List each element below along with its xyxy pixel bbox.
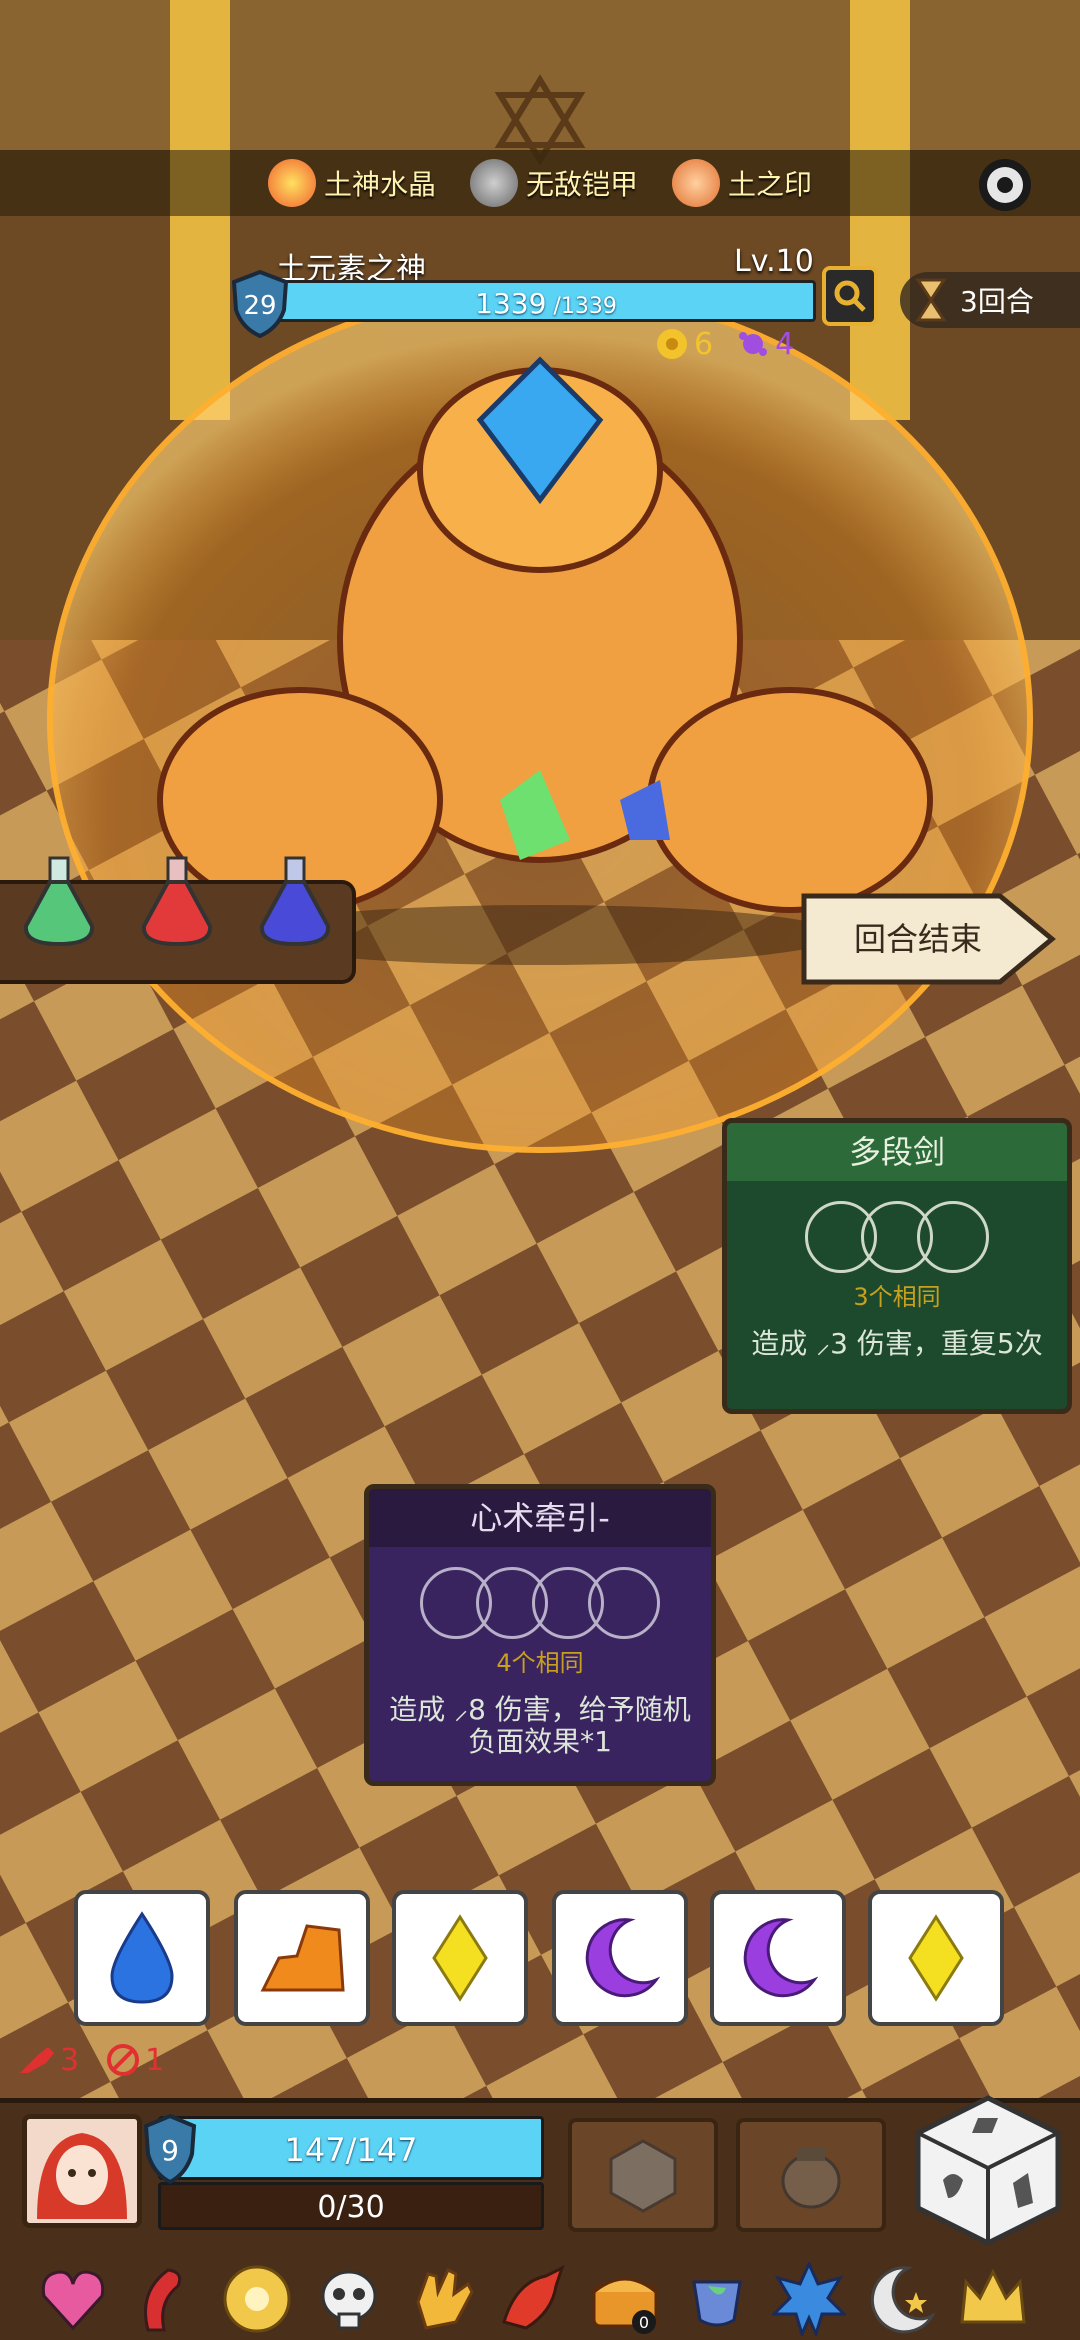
- heart-amulet-icon[interactable]: [36, 2262, 110, 2336]
- die-3[interactable]: [392, 1890, 528, 2026]
- dice-slots[interactable]: [369, 1567, 711, 1639]
- relic-invincible-armor[interactable]: 无敌铠甲: [469, 159, 638, 207]
- moon-star-icon[interactable]: [864, 2262, 938, 2336]
- die-1[interactable]: [74, 1890, 210, 2026]
- jar-icon: [781, 2147, 841, 2209]
- card-description: 造成 ⸝8 伤害，给予随机负面效果*1: [389, 1693, 691, 1758]
- dice-slots[interactable]: [727, 1201, 1067, 1273]
- skill-card-mind-pull[interactable]: 心术牵引- 4个相同 造成 ⸝8 伤害，给予随机负面效果*1: [364, 1484, 716, 1786]
- earth-crystal-icon: [267, 159, 316, 207]
- skull-icon[interactable]: [312, 2262, 386, 2336]
- boss-shield-value: 29: [243, 291, 276, 321]
- golden-wheel-icon[interactable]: [220, 2262, 294, 2336]
- dice-slot[interactable]: [917, 1201, 989, 1273]
- potion-slot-2[interactable]: [132, 854, 222, 954]
- blue-spike-icon[interactable]: [770, 2260, 848, 2339]
- relic-earth-crystal[interactable]: 土神水晶: [267, 159, 436, 207]
- status-poison[interactable]: 4: [735, 326, 794, 362]
- skill-card-multi-sword[interactable]: 多段剑 3个相同 造成 ⸝3 伤害，重复5次: [722, 1118, 1072, 1414]
- card-requirement: 4个相同: [496, 1649, 584, 1677]
- d20-dice-icon: [609, 2139, 677, 2213]
- roll-dice-button[interactable]: [908, 2088, 1068, 2248]
- poison-status-icon: [739, 332, 768, 356]
- die-5[interactable]: [710, 1890, 846, 2026]
- relic-label: 土之印: [728, 168, 813, 201]
- relic-label: 土神水晶: [323, 168, 436, 201]
- card-description: 造成 ⸝3 伤害，重复5次: [751, 1327, 1043, 1360]
- end-turn-label: 回合结束: [853, 920, 982, 958]
- settings-gear-icon[interactable]: [970, 150, 1040, 220]
- leaf-cup-icon[interactable]: [680, 2262, 754, 2336]
- invincible-armor-icon: [469, 159, 518, 207]
- diamond-icon: [432, 1914, 488, 2002]
- potion-slot-3[interactable]: [250, 854, 340, 954]
- relic-label: 无敌铠甲: [525, 168, 638, 201]
- weak-status-icon: [657, 329, 687, 359]
- water-drop-icon: [110, 1911, 174, 2004]
- golden-crown-icon[interactable]: [956, 2262, 1030, 2336]
- golden-glove-icon[interactable]: [404, 2262, 478, 2336]
- inspect-button[interactable]: [822, 266, 878, 326]
- equipment-slot-1[interactable]: [568, 2118, 718, 2232]
- hourglass-icon: [915, 278, 947, 322]
- round-counter: 3回合: [900, 272, 1080, 328]
- player-energy-text: 0/30: [317, 2190, 385, 2225]
- card-requirement: 3个相同: [853, 1283, 941, 1311]
- avatar[interactable]: [22, 2114, 142, 2228]
- top-relic-bar: 土神水晶 无敌铠甲 土之印: [0, 150, 1080, 216]
- chest-badge: 0: [639, 2313, 649, 2332]
- player-hp-bar: 147/147: [158, 2116, 544, 2180]
- treasure-chest-icon[interactable]: 0: [588, 2262, 662, 2336]
- blue-potion-icon: [259, 856, 331, 947]
- player-hp-text: 147/147: [284, 2131, 418, 2169]
- moon-icon: [743, 1918, 818, 1998]
- magnifier-icon: [834, 280, 866, 312]
- end-turn-button[interactable]: 回合结束: [800, 892, 1056, 986]
- red-dragon-icon[interactable]: [496, 2262, 570, 2336]
- die-4[interactable]: [552, 1890, 688, 2026]
- potion-shelf: [0, 856, 356, 984]
- potion-slot-1[interactable]: [14, 854, 104, 954]
- die-2[interactable]: [234, 1890, 370, 2026]
- red-potion-icon: [141, 856, 213, 947]
- player-energy-bar: 0/30: [158, 2182, 544, 2230]
- dice-tray: [74, 1890, 1010, 2030]
- earth-seal-icon: [672, 159, 720, 207]
- round-label: 3回合: [960, 285, 1034, 318]
- player-shield-value: 9: [161, 2134, 179, 2167]
- die-6[interactable]: [868, 1890, 1004, 2026]
- attack-counter: 3: [18, 2042, 79, 2078]
- rock-icon: [260, 1924, 345, 1992]
- boss-hp-text: 1339 /1339: [475, 287, 617, 320]
- card-title: 心术牵引-: [369, 1489, 711, 1547]
- card-title: 多段剑: [727, 1123, 1067, 1181]
- attack-icon: [20, 2047, 54, 2073]
- boss-hp-bar: 1339 /1339: [276, 280, 816, 322]
- moon-icon: [585, 1918, 660, 1998]
- player-shield-icon: 9: [142, 2113, 198, 2185]
- blocked-counter: 1: [105, 2042, 164, 2078]
- status-weak[interactable]: 6: [654, 326, 713, 362]
- diamond-icon: [908, 1914, 964, 2002]
- boss-status-row: 6 4: [654, 326, 794, 362]
- boss-level: Lv.10: [734, 244, 814, 279]
- no-entry-icon: [107, 2044, 140, 2076]
- relic-earth-seal[interactable]: 土之印: [672, 159, 812, 207]
- relic-strip: 0: [0, 2260, 1080, 2340]
- red-horn-icon[interactable]: [128, 2262, 202, 2336]
- player-counters: 3 1: [18, 2042, 164, 2078]
- dice-slot[interactable]: [588, 1567, 660, 1639]
- green-potion-icon: [23, 856, 95, 947]
- equipment-slot-2[interactable]: [736, 2118, 886, 2232]
- boss-shield-icon: 29: [230, 269, 290, 339]
